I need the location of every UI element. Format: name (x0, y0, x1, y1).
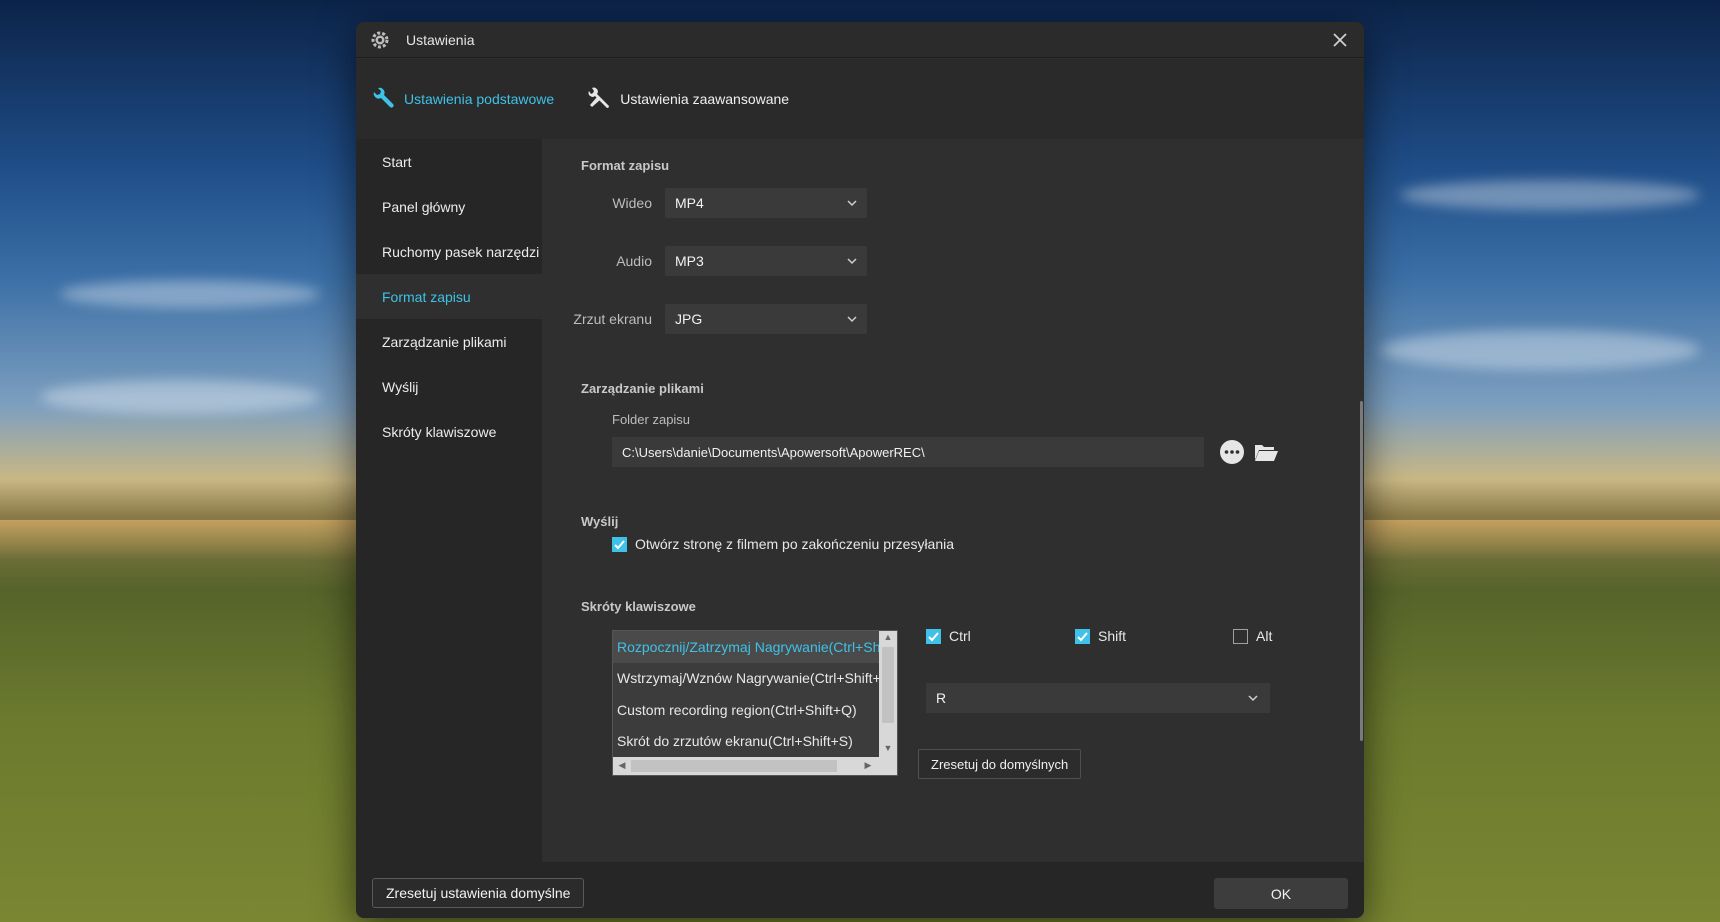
tab-advanced-settings[interactable]: Ustawienia zaawansowane (586, 79, 789, 119)
close-button[interactable] (1328, 28, 1352, 52)
settings-dialog: Ustawienia Ustawienia podstawowe Ustawie… (356, 22, 1364, 918)
background-cloud (40, 380, 320, 414)
more-dots-icon (1220, 440, 1244, 464)
shortcuts-list[interactable]: Rozpocznij/Zatrzymaj Nagrywanie(Ctrl+Shi… (612, 630, 898, 776)
reset-shortcut-button[interactable]: Zresetuj do domyślnych (918, 749, 1082, 779)
checkbox-label: Ctrl (949, 628, 971, 644)
background-cloud (1380, 330, 1700, 370)
scroll-left-icon[interactable]: ◀ (615, 760, 629, 771)
checkbox-box (1075, 628, 1090, 644)
screenshot-label: Zrzut ekranu (573, 311, 652, 327)
window-title: Ustawienia (406, 31, 475, 48)
background-cloud (1400, 180, 1700, 210)
reset-all-defaults-button[interactable]: Zresetuj ustawienia domyślne (372, 878, 585, 908)
ctrl-checkbox[interactable]: Ctrl (926, 628, 971, 644)
list-item[interactable]: Rozpocznij/Zatrzymaj Nagrywanie(Ctrl+Shi… (613, 631, 879, 663)
sidebar-item-main-panel[interactable]: Panel główny (356, 184, 542, 229)
list-item[interactable]: Skrót do zrzutów ekranu(Ctrl+Shift+S) (613, 726, 879, 758)
chevron-down-icon (847, 258, 857, 265)
tab-bar: Ustawienia podstawowe Ustawienia zaawans… (356, 59, 1364, 139)
shift-checkbox[interactable]: Shift (1075, 628, 1126, 644)
list-item[interactable]: Wstrzymaj/Wznów Nagrywanie(Ctrl+Shift+D) (613, 663, 879, 695)
sidebar-item-shortcuts[interactable]: Skróty klawiszowe (356, 409, 542, 454)
checkbox-box (1233, 628, 1248, 644)
check-icon (928, 631, 939, 641)
screenshot-format-select[interactable]: JPG (665, 304, 867, 334)
audio-format-value: MP3 (675, 253, 704, 269)
tools-icon (586, 86, 612, 112)
shortcut-key-value: R (936, 690, 947, 706)
sidebar-item-save-format[interactable]: Format zapisu (356, 274, 542, 319)
title-bar: Ustawienia (356, 22, 1364, 58)
folder-label: Folder zapisu (612, 412, 691, 427)
video-label: Wideo (612, 195, 652, 211)
save-folder-input[interactable] (612, 437, 1204, 467)
audio-format-select[interactable]: MP3 (665, 246, 867, 276)
scroll-right-icon[interactable]: ▶ (861, 760, 875, 771)
scrollbar-thumb[interactable] (1360, 401, 1363, 741)
tab-label: Ustawienia podstawowe (404, 91, 555, 107)
browse-more-button[interactable] (1218, 438, 1246, 466)
settings-sidebar: Start Panel główny Ruchomy pasek narzędz… (356, 139, 542, 862)
scrollbar-thumb[interactable] (631, 760, 837, 772)
chevron-down-icon (847, 316, 857, 323)
section-title-files: Zarządzanie plikami (581, 381, 704, 396)
section-title-format: Format zapisu (581, 158, 670, 173)
checkbox-label: Shift (1098, 628, 1127, 644)
chevron-down-icon (847, 200, 857, 207)
section-title-upload: Wyślij (581, 514, 619, 529)
scroll-up-icon[interactable]: ▲ (881, 632, 895, 642)
chevron-down-icon (1248, 695, 1258, 702)
sidebar-item-upload[interactable]: Wyślij (356, 364, 542, 409)
video-format-select[interactable]: MP4 (665, 188, 867, 218)
open-page-after-upload-checkbox[interactable]: Otwórz stronę z filmem po zakończeniu pr… (612, 536, 954, 552)
scroll-down-icon[interactable]: ▼ (881, 743, 895, 753)
check-icon (1077, 631, 1088, 641)
checkbox-label: Otwórz stronę z filmem po zakończeniu pr… (635, 536, 955, 552)
screenshot-format-value: JPG (675, 311, 703, 327)
video-format-value: MP4 (675, 195, 704, 211)
folder-open-icon (1255, 445, 1278, 461)
content-scrollbar[interactable] (1358, 401, 1364, 741)
checkbox-box (926, 628, 941, 644)
shortcut-key-select[interactable]: R (926, 683, 1270, 713)
open-folder-button[interactable] (1252, 438, 1280, 466)
audio-label: Audio (616, 253, 652, 269)
tab-label: Ustawienia zaawansowane (620, 91, 790, 107)
section-title-shortcuts: Skróty klawiszowe (581, 599, 696, 614)
gear-icon (370, 30, 390, 50)
alt-checkbox[interactable]: Alt (1233, 628, 1272, 644)
sidebar-item-file-management[interactable]: Zarządzanie plikami (356, 319, 542, 364)
check-icon (614, 539, 625, 549)
wrench-icon (370, 86, 396, 112)
checkbox-label: Alt (1256, 628, 1273, 644)
sidebar-item-floating-toolbar[interactable]: Ruchomy pasek narzędzi (356, 229, 542, 274)
close-icon (1333, 33, 1347, 47)
scrollbar-thumb[interactable] (882, 647, 894, 723)
dialog-footer: Zresetuj ustawienia domyślne OK (356, 862, 1364, 918)
background-cloud (60, 280, 320, 308)
list-vertical-scrollbar[interactable]: ▲ ▼ (879, 631, 897, 759)
tab-basic-settings[interactable]: Ustawienia podstawowe (370, 79, 554, 119)
settings-content: Format zapisu Wideo MP4 Audio MP3 Zrzut … (542, 139, 1364, 862)
ok-button[interactable]: OK (1214, 878, 1348, 909)
sidebar-item-start[interactable]: Start (356, 139, 542, 184)
list-item[interactable]: Custom recording region(Ctrl+Shift+Q) (613, 694, 879, 726)
checkbox-box (612, 536, 627, 552)
list-horizontal-scrollbar[interactable]: ◀ ▶ (613, 757, 897, 775)
